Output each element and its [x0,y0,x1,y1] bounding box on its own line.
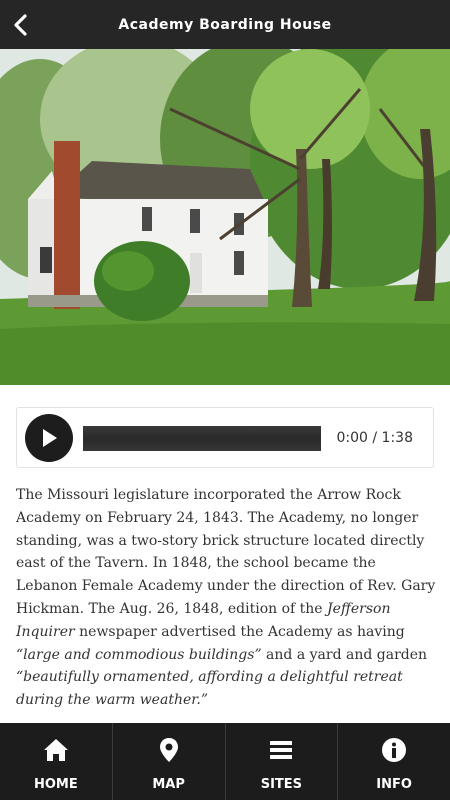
nav-info[interactable]: INFO [338,723,450,800]
nav-sites-label: SITES [260,777,303,792]
nav-map-label: MAP [152,777,185,792]
home-icon [43,739,68,761]
back-button[interactable] [6,8,36,42]
list-icon [270,741,293,759]
app-header: Academy Boarding House [0,0,450,49]
play-icon [43,429,57,447]
article-segment: newspaper advertised the Academy as havi… [74,623,405,640]
play-button[interactable] [25,414,73,462]
time-readout: 0:00 / 1:38 [336,430,413,446]
article-segment: The Missouri legislature incorporated th… [16,487,436,617]
map-pin-icon [159,738,178,762]
nav-sites[interactable]: SITES [226,723,339,800]
hero-photo [0,49,450,385]
nav-map[interactable]: MAP [113,723,226,800]
info-icon [382,738,407,762]
page-title: Academy Boarding House [118,16,332,33]
audio-progress-bar[interactable] [83,426,321,451]
chevron-left-icon [14,14,27,36]
current-time: 0:00 [336,430,368,446]
audio-player: 0:00 / 1:38 [16,407,434,468]
nav-home[interactable]: HOME [0,723,113,800]
quote-garden: “beautifully ornamented, affording a del… [16,669,403,709]
nav-home-label: HOME [34,777,78,792]
nav-info-label: INFO [376,777,412,792]
quote-buildings: “large and commodious buildings” [16,646,262,663]
time-separator: / [367,430,382,446]
duration: 1:38 [381,430,413,446]
bottom-nav: HOME MAP SITES INFO [0,723,450,800]
article-text: The Missouri legislature incorporated th… [16,484,436,712]
article-segment: and a yard and garden [261,646,428,663]
